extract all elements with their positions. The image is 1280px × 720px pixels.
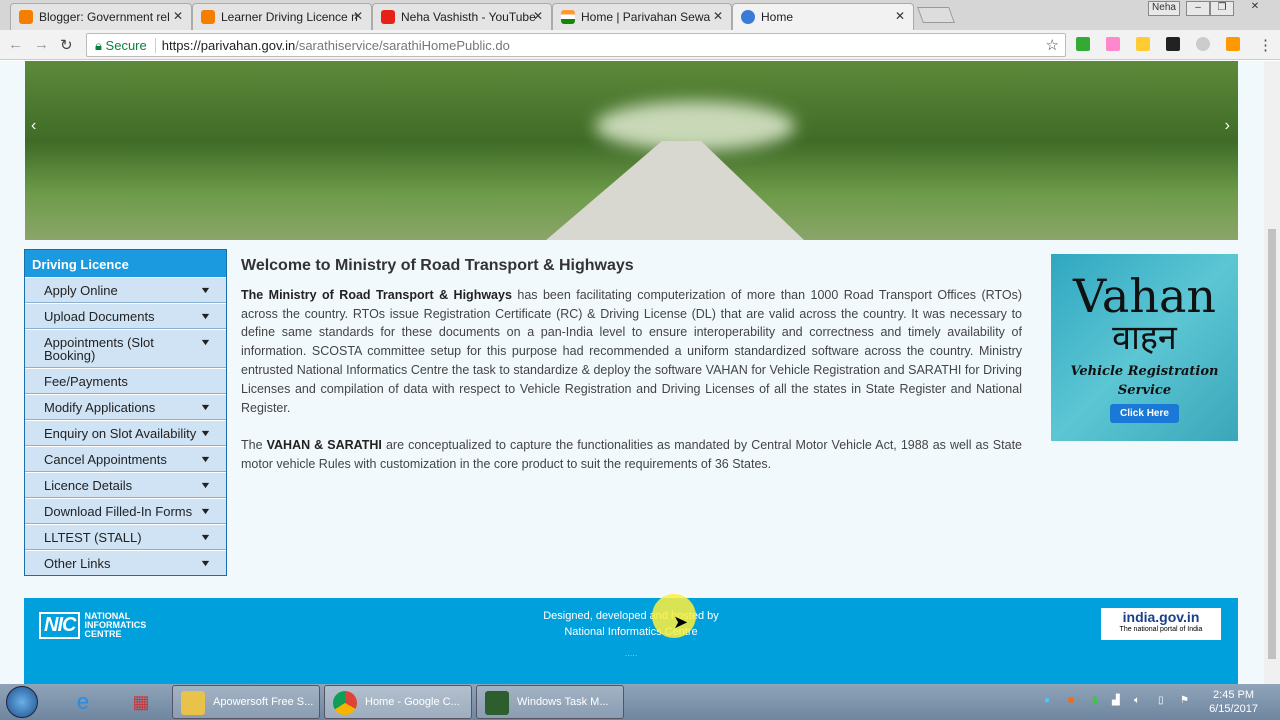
bookmark-star-icon[interactable]: ☆ [1046,36,1059,54]
chevron-down-icon: ▼ [199,454,212,464]
close-tab-icon[interactable]: ✕ [533,9,543,23]
footer: NIC NATIONAL INFORMATICS CENTRE Designed,… [24,598,1238,684]
mouse-pointer-icon: ➤ [673,612,689,632]
menu-item-fee-payments[interactable]: Fee/Payments [25,368,226,394]
menu-item-upload-documents[interactable]: Upload Documents ▼ [25,303,226,329]
browser-tab[interactable]: Blogger: Government rel ✕ [10,3,192,30]
click-here-button[interactable]: Click Here [1110,404,1179,423]
chevron-down-icon: ▼ [199,311,212,321]
chevron-down-icon: ▼ [199,532,212,542]
chevron-down-icon: ▼ [199,506,212,516]
vahan-sarathi-paragraph: The VAHAN & SARATHI are conceptualized t… [241,438,1022,471]
tray-icon[interactable]: ● [1044,695,1054,707]
task-manager-icon [485,691,509,715]
scrollbar-thumb[interactable] [1268,229,1276,659]
youtube-icon [381,10,395,24]
page-title: Welcome to Ministry of Road Transport & … [241,257,634,274]
extension-icon[interactable] [1136,37,1150,51]
taskbar-task-manager[interactable]: Windows Task M... [476,685,624,719]
lock-icon: 🔒︎ [95,38,102,53]
menu-item-licence-details[interactable]: Licence Details ▼ [25,472,226,498]
menu-item-enquiry-slot[interactable]: Enquiry on Slot Availability ▼ [25,420,226,446]
tray-icon[interactable]: ■ [1068,695,1078,707]
browser-tab[interactable]: Home | Parivahan Sewa ✕ [552,3,732,30]
menu-icon[interactable]: ⋮ [1258,36,1273,54]
blogger-icon [19,10,33,24]
apps-grid-icon[interactable]: ▦ [128,689,154,715]
windows-taskbar: e ▦ Apowersoft Free S... Home - Google C… [0,684,1280,720]
restore-button[interactable]: ❐ [1210,1,1234,16]
extension-icon[interactable] [1076,37,1090,51]
browser-tab-active[interactable]: Home ✕ [732,3,914,30]
parivahan-icon [741,10,755,24]
battery-icon[interactable]: ▮ [1092,695,1102,707]
close-tab-icon[interactable]: ✕ [173,9,183,23]
extension-icon[interactable] [1196,37,1210,51]
menu-item-other-links[interactable]: Other Links ▼ [25,550,226,575]
taskbar-apowersoft[interactable]: Apowersoft Free S... [172,685,320,719]
image-carousel: ‹ › [25,61,1238,240]
india-flag-icon [561,10,575,24]
close-window-button[interactable]: ✕ [1240,1,1270,16]
action-center-flag-icon[interactable]: ⚑ [1180,695,1190,707]
browser-tab[interactable]: Neha Vashisth - YouTube ✕ [372,3,552,30]
intro-paragraph: The Ministry of Road Transport & Highway… [241,287,1022,415]
forward-icon[interactable]: → [34,36,49,53]
profile-button[interactable]: Neha [1148,1,1180,16]
vahan-banner-link[interactable]: Vahan वाहन Vehicle Registration Service … [1051,254,1238,441]
back-icon[interactable]: ← [8,36,23,53]
chevron-down-icon: ▼ [199,337,212,347]
page-scrollbar[interactable] [1264,61,1280,684]
volume-icon[interactable]: 🔈︎ [1134,695,1144,707]
chevron-down-icon: ▼ [199,428,212,438]
taskbar-chrome[interactable]: Home - Google C... [324,685,472,719]
minimize-button[interactable]: – [1186,1,1210,16]
network-icon[interactable]: ▟ [1112,695,1122,707]
close-tab-icon[interactable]: ✕ [713,9,723,23]
driving-licence-menu: Driving Licence Apply Online ▼ Upload Doc… [24,249,227,576]
internet-explorer-icon[interactable]: e [70,689,96,715]
close-tab-icon[interactable]: ✕ [353,9,363,23]
address-bar[interactable]: 🔒︎ Secure https://parivahan.gov.in/sarath… [86,33,1066,57]
chevron-down-icon: ▼ [199,558,212,568]
web-page: ‹ › Driving Licence Apply Online ▼ Upload… [0,61,1264,684]
amazon-extension-icon[interactable] [1166,37,1180,51]
india-gov-link[interactable]: india.gov.in The national portal of India [1101,608,1221,640]
reload-icon[interactable]: ↻ [60,36,73,54]
chevron-down-icon: ▼ [199,480,212,490]
carousel-prev-icon[interactable]: ‹ [31,117,36,135]
menu-item-apply-online[interactable]: Apply Online ▼ [25,277,226,303]
menu-item-appointments[interactable]: Appointments (Slot Booking) ▼ [25,329,226,368]
start-button[interactable] [6,686,38,718]
extension-cart-icon[interactable] [1106,37,1120,51]
browser-tab[interactable]: Learner Driving Licence n ✕ [192,3,372,30]
menu-item-modify-applications[interactable]: Modify Applications ▼ [25,394,226,420]
new-tab-button[interactable] [917,7,955,23]
carousel-next-icon[interactable]: › [1225,117,1230,135]
chevron-down-icon: ▼ [199,402,212,412]
welcome-content: Welcome to Ministry of Road Transport & … [241,257,1022,493]
tab-strip: Blogger: Government rel ✕ Learner Driving… [0,0,1280,30]
chrome-icon [333,691,357,715]
menu-title: Driving Licence [25,250,226,277]
menu-item-cancel-appointments[interactable]: Cancel Appointments ▼ [25,446,226,472]
folder-icon [181,691,205,715]
menu-item-lltest[interactable]: LLTEST (STALL) ▼ [25,524,226,550]
system-clock[interactable]: 2:45 PM 6/15/2017 [1209,688,1258,716]
chevron-down-icon: ▼ [199,285,212,295]
browser-toolbar: ← → ↻ 🔒︎ Secure https://parivahan.gov.in/… [0,30,1280,60]
blogger-icon [201,10,215,24]
amazon-assistant-icon[interactable] [1226,37,1240,51]
device-icon[interactable]: ▯ [1158,695,1168,707]
close-tab-icon[interactable]: ✕ [895,9,905,23]
menu-item-download-forms[interactable]: Download Filled-In Forms ▼ [25,498,226,524]
